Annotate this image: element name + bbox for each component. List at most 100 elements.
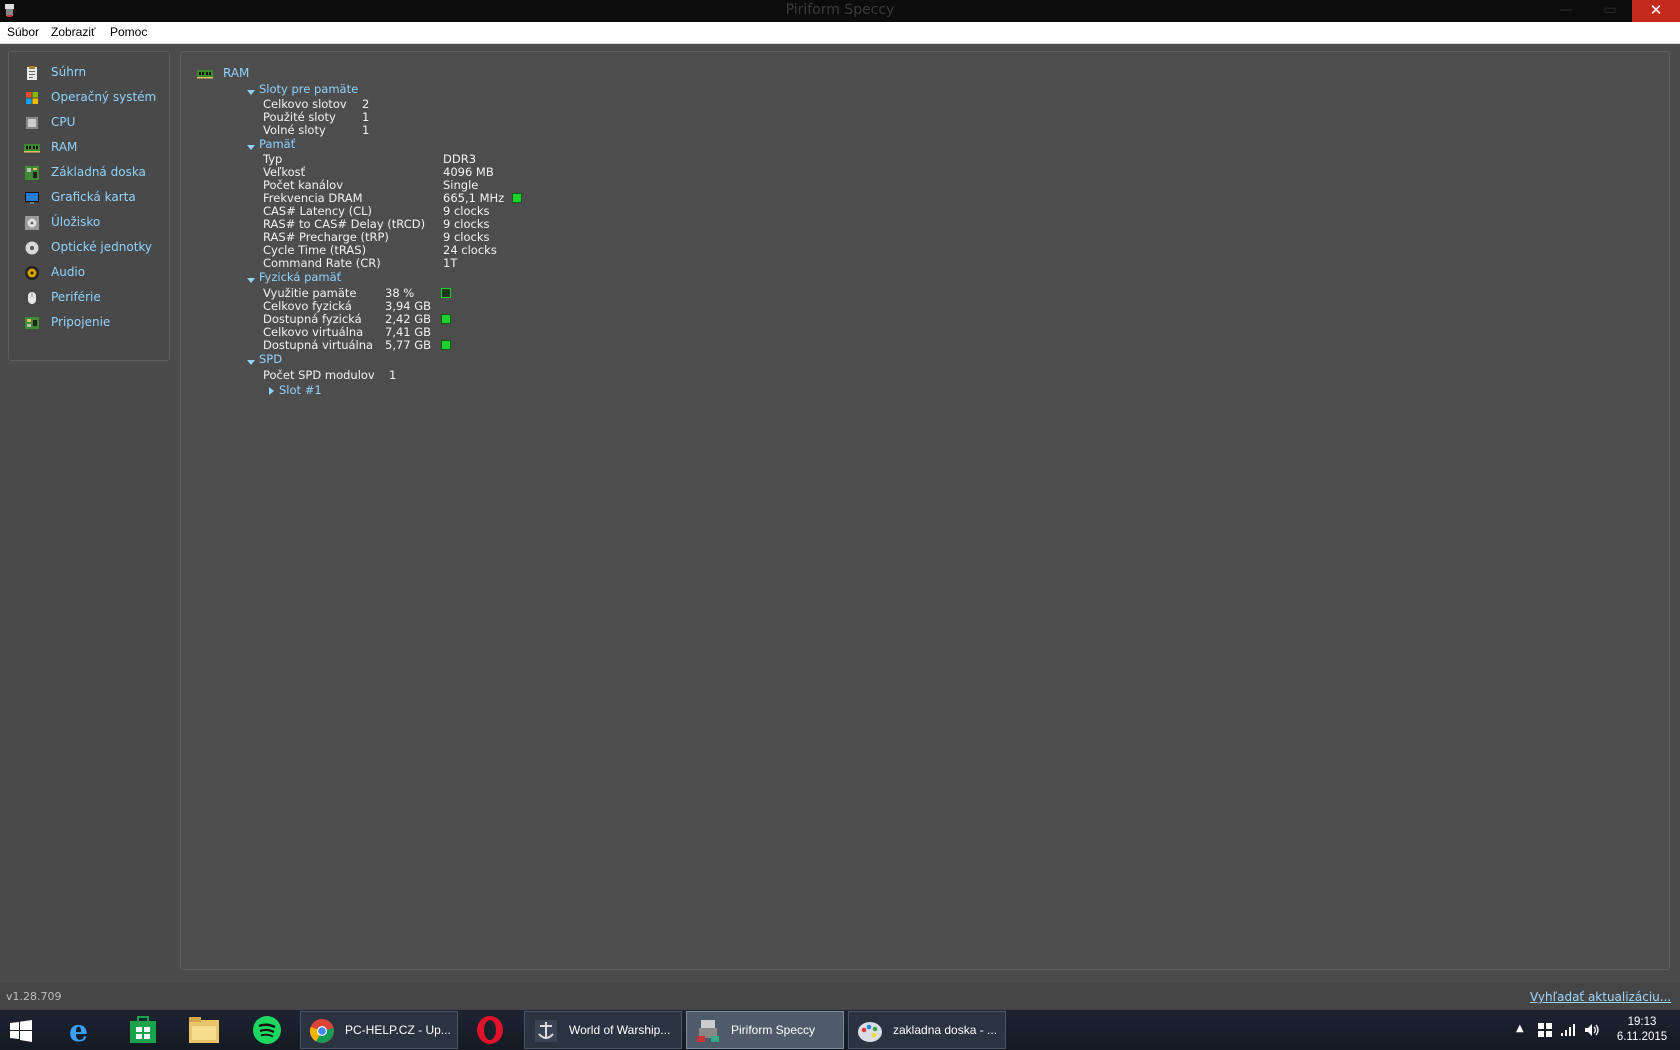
collapse-arrow-icon[interactable] (247, 90, 255, 95)
maximize-button[interactable]: ▭ (1588, 0, 1632, 22)
status-bar: v1.28.709 Vyhľadať aktualizáciu... (0, 982, 1680, 1010)
row-label: Dostupná fyzická (263, 312, 362, 326)
taskbar-item-chrome[interactable]: PC-HELP.CZ - Up... (300, 1011, 458, 1049)
optical-icon (25, 241, 39, 255)
volume-icon[interactable] (1584, 1022, 1600, 1038)
row-label: Celkovo slotov (263, 97, 347, 111)
menu-help[interactable]: Pomoc (110, 25, 147, 39)
row-value: 5,77 GB (385, 338, 432, 352)
section-header-slots[interactable]: Sloty pre pamäte (259, 82, 358, 96)
network-signal-icon[interactable] (1560, 1023, 1576, 1037)
expand-arrow-icon[interactable] (269, 387, 274, 395)
taskbar: e PC-HELP.CZ - Up... World of Warship...… (0, 1010, 1680, 1050)
taskbar-item-paint[interactable]: zakladna doska - ... (848, 1011, 1006, 1049)
sidebar-item-label: Periférie (51, 290, 101, 304)
speccy-icon (697, 1020, 719, 1042)
clock-time: 19:13 (1627, 1016, 1657, 1028)
close-button[interactable]: ✕ (1632, 0, 1680, 22)
store-icon[interactable] (128, 1015, 158, 1045)
row-value: 2 (362, 97, 370, 111)
minimize-button[interactable]: — (1544, 0, 1588, 22)
row-value: 1 (362, 110, 370, 124)
sidebar: Súhrn Operačný systém CPU RAM Základná d… (8, 51, 170, 361)
row-label: Počet kanálov (263, 178, 344, 192)
row-label: Celkovo fyzická (263, 299, 352, 313)
start-button-icon[interactable] (10, 1020, 32, 1042)
row-label: Volné sloty (263, 123, 326, 137)
sidebar-item-label: Súhrn (51, 65, 87, 79)
ram-icon (24, 144, 40, 153)
taskbar-item-label: Piriform Speccy (731, 1023, 816, 1037)
row-label: Veľkosť (263, 165, 306, 179)
section-header-spd[interactable]: SPD (259, 352, 282, 366)
row-label: Počet SPD modulov (263, 368, 375, 382)
sidebar-item-label: CPU (51, 115, 76, 129)
row-label: Dostupná virtuálna (263, 338, 374, 352)
row-value: 1 (362, 123, 370, 137)
section-header-physical[interactable]: Fyzická pamäť (259, 270, 341, 284)
warships-icon (535, 1020, 557, 1042)
sidebar-item-label: RAM (51, 140, 78, 154)
internet-explorer-icon[interactable]: e (64, 1014, 96, 1046)
row-value: 1 (389, 368, 397, 382)
row-value: 9 clocks (443, 217, 490, 231)
status-indicator-icon (512, 193, 522, 203)
row-value: 9 clocks (443, 204, 490, 218)
title-bar: Piriform Speccy — ▭ ✕ (0, 0, 1680, 22)
paint-icon (858, 1022, 882, 1042)
row-value: 38 % (385, 286, 415, 300)
menu-view[interactable]: Zobraziť (51, 25, 96, 39)
row-label: Command Rate (CR) (263, 256, 381, 270)
check-updates-link[interactable]: Vyhľadať aktualizáciu... (1530, 990, 1671, 1004)
clock-date: 6.11.2015 (1616, 1031, 1668, 1043)
row-label: Použité sloty (263, 110, 336, 124)
taskbar-clock[interactable]: 19:13 6.11.2015 (1612, 1015, 1672, 1045)
spotify-icon[interactable] (252, 1015, 282, 1045)
page-title: RAM (223, 66, 250, 80)
collapse-arrow-icon[interactable] (247, 360, 255, 365)
sidebar-item-label: Optické jednotky (51, 240, 153, 254)
section-header-memory[interactable]: Pamäť (259, 137, 295, 151)
sidebar-item-label: Základná doska (51, 165, 146, 179)
speaker-icon (25, 266, 39, 280)
taskbar-item-label: PC-HELP.CZ - Up... (345, 1023, 451, 1037)
windows-icon (26, 92, 38, 104)
mouse-icon (28, 292, 36, 304)
file-explorer-icon[interactable] (188, 1016, 220, 1044)
row-label: Frekvencia DRAM (263, 191, 363, 205)
status-indicator-icon (441, 340, 451, 350)
row-value: 2,42 GB (385, 312, 432, 326)
action-center-icon[interactable] (1537, 1022, 1553, 1038)
row-label: Typ (263, 152, 283, 166)
menu-file[interactable]: Súbor (7, 25, 39, 39)
row-value: 665,1 MHz (443, 191, 505, 205)
row-value: 3,94 GB (385, 299, 432, 313)
vertical-scrollbar[interactable] (1659, 52, 1669, 969)
row-value: 24 clocks (443, 243, 497, 257)
taskbar-item-label: World of Warship... (569, 1023, 671, 1037)
collapse-arrow-icon[interactable] (247, 278, 255, 283)
monitor-icon (25, 192, 39, 204)
spd-slot-item[interactable]: Slot #1 (279, 383, 322, 397)
sidebar-item-label: Operačný systém (51, 90, 157, 104)
row-label: RAS# to CAS# Delay (tRCD) (263, 217, 426, 231)
usage-indicator-icon (441, 288, 451, 298)
row-value: 7,41 GB (385, 325, 432, 339)
row-value: DDR3 (443, 152, 477, 166)
row-label: Využitie pamäte (263, 286, 357, 300)
content-panel: RAM Sloty pre pamäte Celkovo slotov 2 Po… (180, 51, 1670, 970)
ram-icon (197, 70, 213, 79)
collapse-arrow-icon[interactable] (247, 145, 255, 150)
opera-icon[interactable] (474, 1015, 506, 1045)
row-value: 4096 MB (443, 165, 494, 179)
disk-icon (25, 216, 39, 230)
motherboard-icon (25, 166, 39, 180)
sidebar-item-label: Úložisko (51, 215, 101, 229)
svg-text:e: e (69, 1014, 88, 1046)
tray-overflow-icon[interactable]: ▲ (1516, 1023, 1524, 1034)
row-value: 1T (443, 256, 458, 270)
taskbar-item-speccy[interactable]: Piriform Speccy (686, 1011, 844, 1049)
taskbar-item-world-of-warships[interactable]: World of Warship... (524, 1011, 682, 1049)
cpu-icon (26, 117, 38, 129)
row-label: CAS# Latency (CL) (263, 204, 373, 218)
